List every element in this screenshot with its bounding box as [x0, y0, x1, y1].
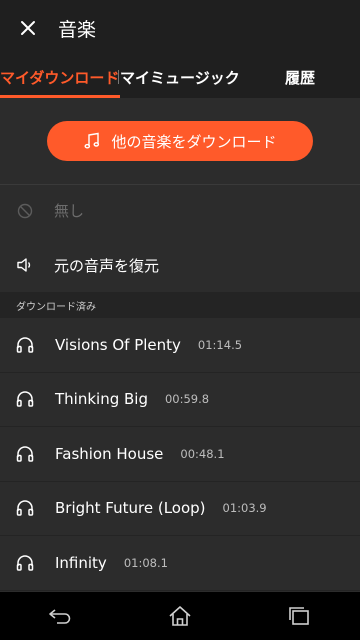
headphones-icon: [16, 391, 34, 407]
tab-bar: マイダウンロード マイミュージック 履歴: [0, 56, 360, 98]
track-name: Infinity: [55, 553, 107, 572]
track-row[interactable]: Thinking Big 00:59.8: [0, 373, 360, 427]
track-duration: 00:59.8: [164, 392, 210, 407]
none-option-label: 無し: [54, 202, 85, 220]
recents-icon: [289, 607, 309, 625]
music-note-icon: [84, 132, 100, 149]
tab-my-music[interactable]: マイミュージック: [120, 56, 240, 98]
home-icon: [169, 606, 191, 626]
downloaded-section-header: ダウンロード済み: [0, 292, 360, 318]
system-navigation-bar: [0, 592, 360, 640]
headphones-icon: [16, 555, 34, 571]
track-name: Bright Future (Loop): [55, 499, 206, 518]
track-duration: 00:48.1: [180, 446, 225, 461]
headphones-icon: [16, 337, 34, 353]
track-name: Thinking Big: [55, 390, 148, 409]
track-row[interactable]: Bright Future (Loop) 01:03.9: [0, 482, 360, 536]
tab-my-downloads[interactable]: マイダウンロード: [0, 56, 120, 98]
track-row[interactable]: Visions Of Plenty 01:14.5: [0, 318, 360, 373]
close-icon: [21, 21, 35, 35]
track-duration: 01:08.1: [123, 555, 168, 570]
download-more-music-button[interactable]: 他の音楽をダウンロード: [47, 121, 313, 161]
restore-original-audio-option[interactable]: 元の音声を復元: [0, 238, 360, 292]
restore-option-label: 元の音声を復元: [54, 256, 160, 275]
track-row[interactable]: Infinity 01:08.1: [0, 536, 360, 591]
none-option[interactable]: 無し: [0, 184, 360, 236]
recents-button[interactable]: [270, 592, 330, 640]
track-name: Fashion House: [55, 444, 164, 463]
home-button[interactable]: [150, 592, 210, 640]
disabled-icon: [17, 203, 33, 218]
headphones-icon: [16, 446, 34, 462]
tab-history[interactable]: 履歴: [240, 56, 360, 98]
track-duration: 01:14.5: [197, 337, 243, 352]
back-button[interactable]: [30, 592, 90, 640]
tab-divider: [118, 70, 119, 84]
app-header: 音楽: [0, 0, 360, 56]
back-icon: [49, 609, 71, 624]
close-button[interactable]: [0, 0, 56, 56]
headphones-icon: [16, 500, 34, 516]
download-area: 他の音楽をダウンロード: [0, 98, 360, 184]
track-name: Visions Of Plenty: [55, 335, 181, 354]
track-duration: 01:03.9: [222, 501, 267, 516]
track-list: Visions Of Plenty 01:14.5 Thinking Big 0…: [0, 318, 360, 591]
page-title: 音楽: [58, 18, 97, 41]
download-button-label: 他の音楽をダウンロード: [111, 132, 277, 151]
speaker-icon: [17, 258, 31, 272]
track-row[interactable]: Fashion House 00:48.1: [0, 427, 360, 482]
